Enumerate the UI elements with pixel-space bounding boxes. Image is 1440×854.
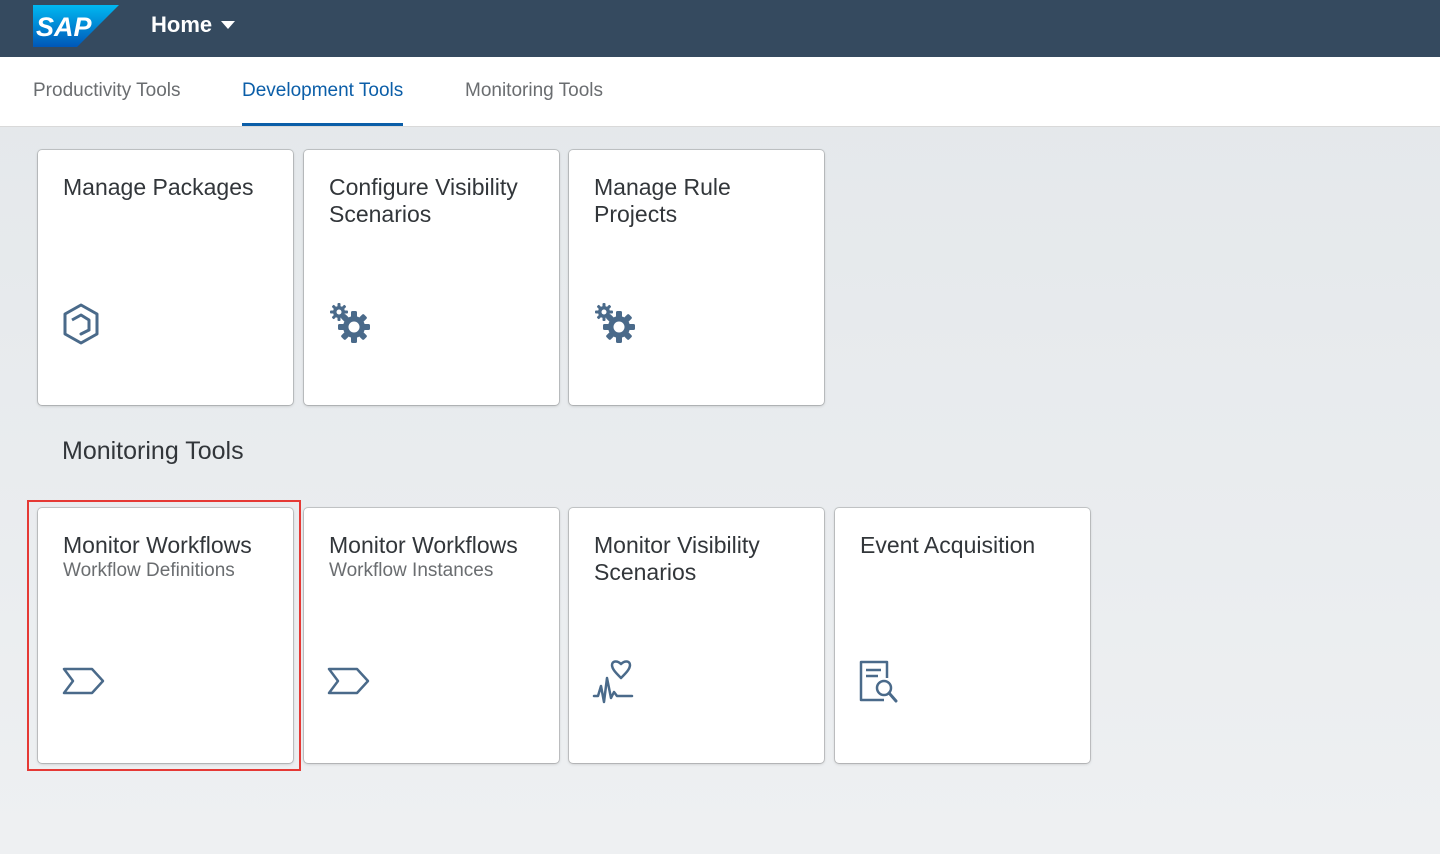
tile-title: Event Acquisition [860, 532, 1036, 558]
heart-pulse-icon [592, 658, 640, 706]
home-menu-label: Home [151, 12, 213, 37]
home-menu-button[interactable]: Home [151, 10, 236, 40]
tile-title: Manage Rule Projects [594, 174, 731, 227]
tile-title: Configure Visibility Scenarios [329, 174, 518, 227]
tile-configure-visibility-scenarios[interactable]: Configure Visibility Scenarios [304, 150, 559, 405]
package-icon [61, 302, 109, 350]
tile-title: Monitor Workflows [63, 532, 252, 558]
tile-subtitle: Workflow Definitions [63, 560, 235, 581]
tile-monitor-workflows-instances[interactable]: Monitor Workflows Workflow Instances [304, 508, 559, 763]
section-title-monitoring-tools: Monitoring Tools [62, 437, 244, 465]
sap-logo-icon: SAP [33, 5, 119, 47]
process-chevron-icon [62, 666, 110, 714]
sap-logo[interactable]: SAP [33, 5, 119, 47]
tile-manage-packages[interactable]: Manage Packages [38, 150, 293, 405]
tile-title: Monitor Visibility Scenarios [594, 532, 760, 585]
tile-title: Manage Packages [63, 174, 254, 200]
process-chevron-icon [327, 666, 375, 714]
svg-text:SAP: SAP [36, 12, 93, 42]
tab-bar: Productivity Tools Development Tools Mon… [0, 57, 1440, 127]
tab-development-tools[interactable]: Development Tools [242, 57, 404, 126]
tile-event-acquisition[interactable]: Event Acquisition [835, 508, 1090, 763]
gears-icon [592, 300, 640, 348]
tab-productivity-tools[interactable]: Productivity Tools [33, 57, 181, 126]
tile-manage-rule-projects[interactable]: Manage Rule Projects [569, 150, 824, 405]
caret-down-icon [221, 21, 236, 29]
tile-monitor-visibility-scenarios[interactable]: Monitor Visibility Scenarios [569, 508, 824, 763]
tile-monitor-workflows-definitions[interactable]: Monitor Workflows Workflow Definitions [38, 508, 293, 763]
gears-icon [327, 300, 375, 348]
shell-bar: SAP Home [0, 0, 1440, 57]
document-search-icon [858, 658, 906, 706]
tab-monitoring-tools[interactable]: Monitoring Tools [465, 57, 603, 126]
tile-subtitle: Workflow Instances [329, 560, 494, 581]
tile-title: Monitor Workflows [329, 532, 518, 558]
